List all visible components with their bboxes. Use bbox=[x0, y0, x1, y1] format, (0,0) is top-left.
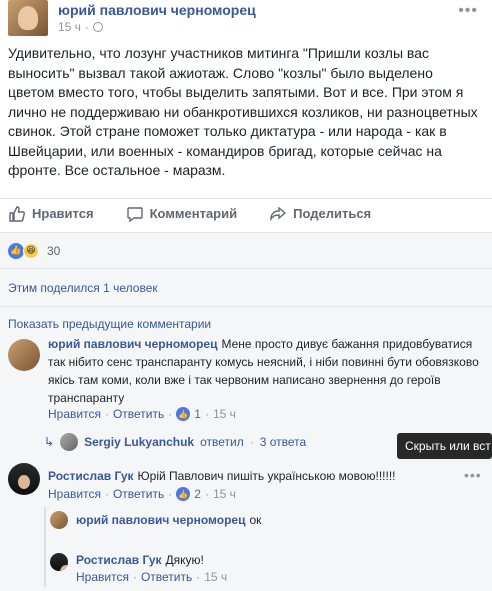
post-meta: 15 ч · bbox=[58, 20, 103, 34]
globe-icon[interactable] bbox=[92, 22, 103, 32]
like-reaction-icon: 👍 bbox=[8, 242, 24, 259]
thread-line bbox=[44, 507, 46, 587]
replied-verb: ответил bbox=[200, 435, 244, 449]
reply-body: Ростислав Гук Дякую! bbox=[76, 551, 476, 569]
comment-actions: Нравится · Ответить · 👍 1 · 15 ч bbox=[48, 407, 236, 421]
comment-like-link[interactable]: Нравится bbox=[48, 487, 101, 501]
show-previous-comments-link[interactable]: Показать предыдущие комментарии bbox=[8, 317, 211, 331]
separator-dot: · bbox=[84, 20, 89, 34]
post-time[interactable]: 15 ч bbox=[58, 20, 81, 34]
comment-body: Ростислав Гук Юрій Павлович пишіть україн… bbox=[48, 467, 462, 485]
like-reaction-icon: 👍 bbox=[176, 407, 191, 421]
comment-reply-link[interactable]: Ответить bbox=[113, 487, 164, 501]
post-author-name[interactable]: юрий павлович черноморец bbox=[58, 2, 256, 18]
comment-actions: Нравится · Ответить · 👍 2 · 15 ч bbox=[48, 487, 236, 501]
like-reaction-icon: 👍 bbox=[176, 487, 191, 501]
reply-avatar[interactable] bbox=[50, 553, 68, 571]
comment-avatar[interactable] bbox=[8, 339, 40, 371]
comment-button[interactable]: Комментарий bbox=[118, 199, 238, 228]
author-avatar[interactable] bbox=[8, 0, 48, 36]
post-actions-bar: Нравится Комментарий Поделиться bbox=[0, 198, 492, 228]
reply-actions: Нравится · Ответить · 15 ч bbox=[76, 570, 228, 584]
reply-body: юрий павлович черноморец ок bbox=[76, 511, 476, 529]
view-replies-link[interactable]: ↳ Sergiy Lukyanchuk ответил · 3 ответа bbox=[44, 433, 306, 451]
comment-icon bbox=[126, 206, 143, 222]
like-button[interactable]: Нравится bbox=[0, 199, 94, 228]
post-text: Удивительно, что лозунг участников митин… bbox=[8, 45, 478, 178]
comment-avatar[interactable] bbox=[8, 463, 40, 495]
comment-like-count[interactable]: 2 bbox=[194, 487, 201, 501]
reply-arrow-icon: ↳ bbox=[44, 435, 55, 449]
reply-author[interactable]: юрий павлович черноморец bbox=[76, 513, 245, 527]
comment-author[interactable]: юрий павлович черноморец bbox=[48, 337, 217, 351]
shares-summary[interactable]: Этим поделился 1 человек bbox=[0, 268, 492, 306]
reply-author[interactable]: Ростислав Гук bbox=[76, 553, 162, 567]
comment-reply-link[interactable]: Ответить bbox=[113, 407, 164, 421]
thumbs-up-icon bbox=[9, 205, 25, 222]
comments-section: Показать предыдущие комментарии юрий пав… bbox=[0, 306, 492, 591]
shares-text[interactable]: Этим поделился 1 человек bbox=[8, 281, 158, 295]
replies-count[interactable]: 3 ответа bbox=[260, 435, 306, 449]
comment-options-icon[interactable]: ••• bbox=[464, 467, 482, 483]
like-button-label: Нравится bbox=[32, 206, 94, 221]
more-options-icon[interactable]: ••• bbox=[458, 2, 478, 20]
comment-time[interactable]: 15 ч bbox=[213, 407, 236, 421]
reply-avatar[interactable] bbox=[50, 511, 68, 529]
replier-avatar bbox=[60, 433, 79, 451]
comment-text: Юрій Павлович пишіть українською мовою!!… bbox=[137, 469, 396, 483]
comment-button-label: Комментарий bbox=[149, 206, 238, 221]
comment-time[interactable]: 15 ч bbox=[213, 487, 236, 501]
share-icon bbox=[270, 206, 287, 221]
comment-body: юрий павлович черноморец Мене просто диву… bbox=[48, 335, 480, 407]
reply-text: ок bbox=[249, 513, 262, 527]
reactions-summary[interactable]: 👍 😆 30 bbox=[0, 232, 492, 268]
facebook-post: юрий павлович черноморец 15 ч · ••• Удив… bbox=[0, 0, 492, 591]
reactions-count[interactable]: 30 bbox=[47, 244, 60, 258]
comment-author[interactable]: Ростислав Гук bbox=[48, 469, 134, 483]
replier-name[interactable]: Sergiy Lukyanchuk bbox=[84, 435, 194, 449]
comment-like-count[interactable]: 1 bbox=[194, 407, 201, 421]
reply-reply-link[interactable]: Ответить bbox=[141, 570, 192, 584]
reply-text: Дякую! bbox=[165, 553, 204, 567]
comment-like-link[interactable]: Нравится bbox=[48, 407, 101, 421]
reply-like-link[interactable]: Нравится bbox=[76, 570, 129, 584]
hide-tooltip: Скрыть или вст bbox=[397, 433, 492, 459]
haha-reaction-icon: 😆 bbox=[23, 242, 39, 259]
share-button[interactable]: Поделиться bbox=[261, 199, 371, 228]
share-button-label: Поделиться bbox=[293, 206, 372, 221]
reply-time[interactable]: 15 ч bbox=[204, 570, 227, 584]
